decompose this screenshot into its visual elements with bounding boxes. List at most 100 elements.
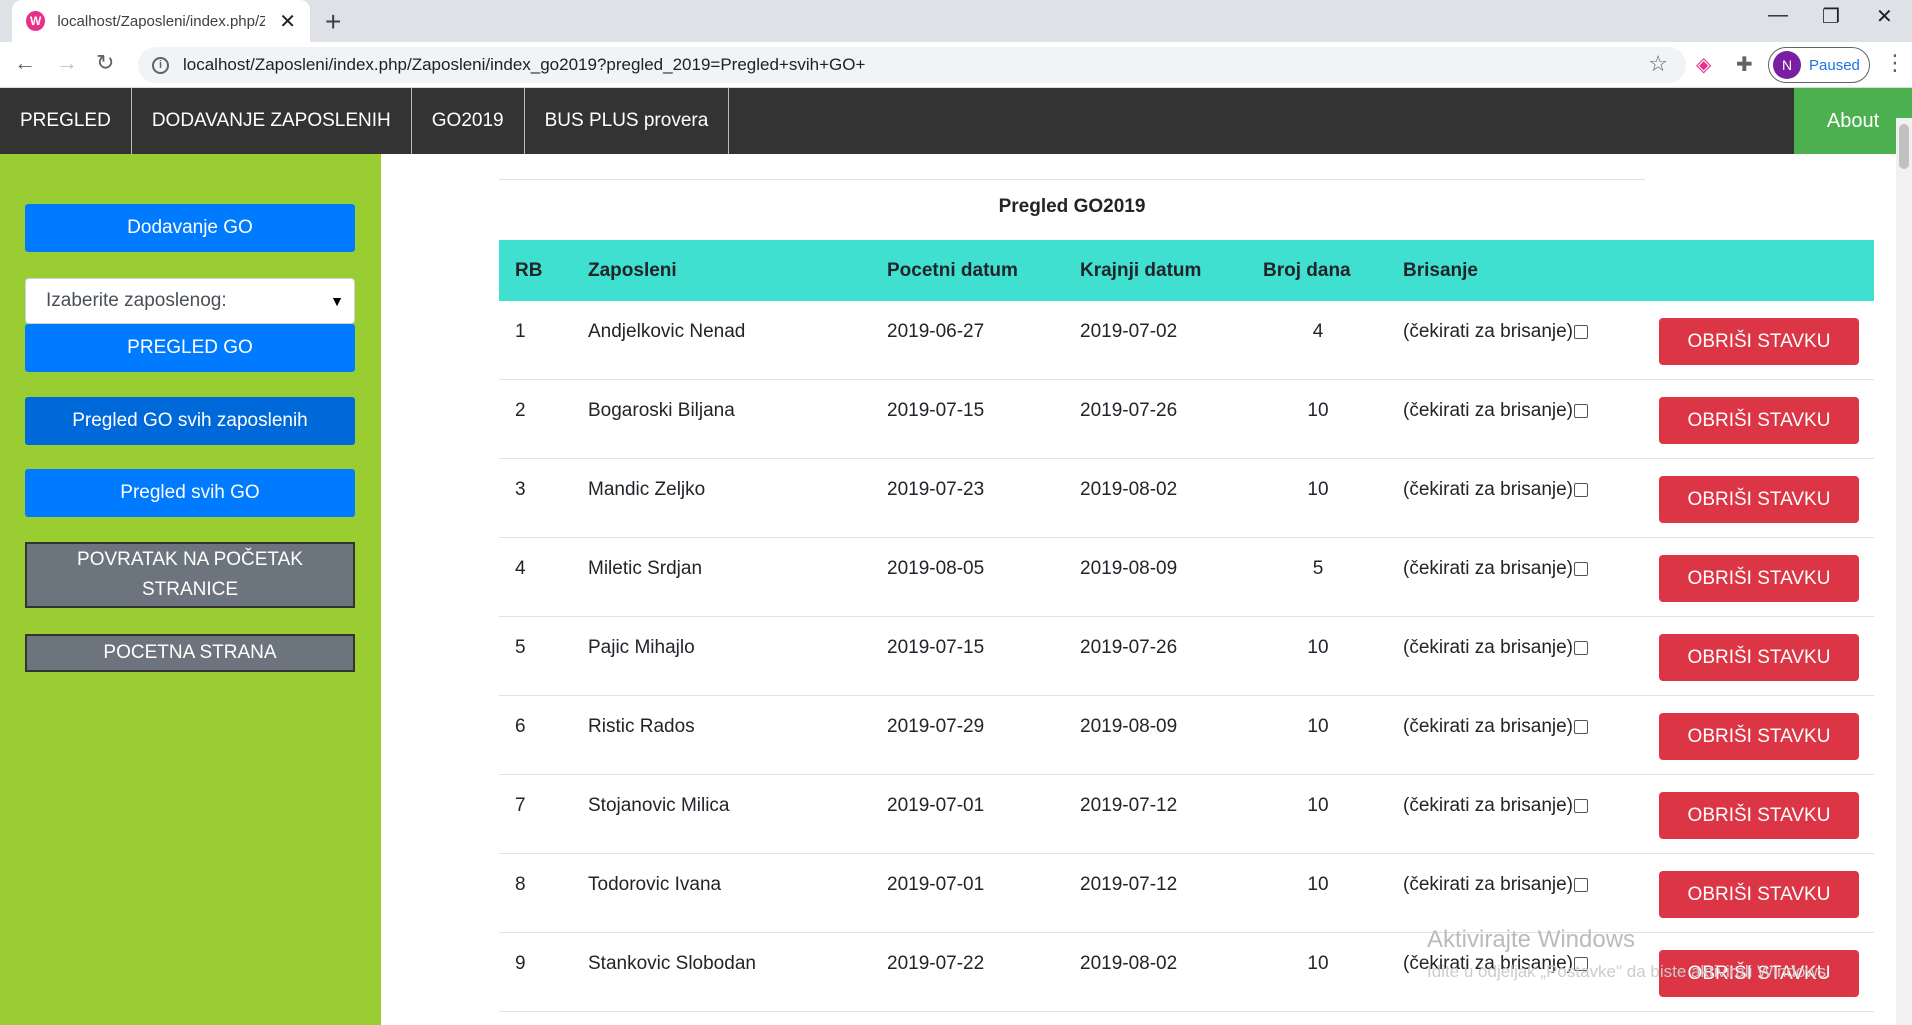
checkbox-label: (čekirati za brisanje) — [1403, 321, 1573, 342]
cell-rb: 2 — [515, 400, 526, 421]
restore-icon[interactable]: ❐ — [1822, 4, 1840, 29]
nav-dodavanje-zaposlenih[interactable]: DODAVANJE ZAPOSLENIH — [132, 88, 412, 154]
delete-checkbox[interactable] — [1574, 325, 1588, 339]
window-close-icon[interactable]: ✕ — [1876, 4, 1893, 29]
browser-tabstrip: W localhost/Zaposleni/index.php/Z ✕ + — … — [0, 0, 1912, 42]
select-placeholder: Izaberite zaposlenog: — [46, 290, 227, 311]
cell-end-date: 2019-07-12 — [1080, 795, 1178, 816]
cell-start-date: 2019-08-05 — [887, 558, 985, 579]
cell-days: 10 — [1307, 716, 1329, 737]
profile-button[interactable]: N Paused — [1768, 47, 1870, 83]
cell-employee: Miletic Srdjan — [588, 558, 703, 579]
delete-row-button[interactable]: OBRIŠI STAVKU — [1659, 713, 1859, 760]
cell-days: 10 — [1307, 400, 1329, 421]
cell-start-date: 2019-07-23 — [887, 479, 985, 500]
delete-checkbox[interactable] — [1574, 720, 1588, 734]
header-brisanje: Brisanje — [1403, 259, 1478, 281]
cell-end-date: 2019-07-26 — [1080, 637, 1178, 658]
cell-delete-check: (čekirati za brisanje) — [1403, 479, 1588, 501]
cell-end-date: 2019-07-12 — [1080, 874, 1178, 895]
delete-row-button[interactable]: OBRIŠI STAVKU — [1659, 634, 1859, 681]
back-icon[interactable]: ← — [14, 50, 36, 76]
checkbox-label: (čekirati za brisanje) — [1403, 874, 1573, 895]
cell-employee: Bogaroski Biljana — [588, 400, 735, 421]
header-pocetni-datum: Pocetni datum — [887, 259, 1018, 281]
cell-end-date: 2019-07-02 — [1080, 321, 1178, 342]
browser-toolbar: ← → ↻ i localhost/Zaposleni/index.php/Za… — [0, 42, 1912, 88]
close-icon[interactable]: ✕ — [279, 9, 296, 34]
header-rb: RB — [515, 259, 543, 281]
delete-row-button[interactable]: OBRIŠI STAVKU — [1659, 555, 1859, 602]
cell-start-date: 2019-07-01 — [887, 795, 985, 816]
home-page-button[interactable]: POCETNA STRANA — [25, 634, 355, 672]
cell-delete-check: (čekirati za brisanje) — [1403, 874, 1588, 896]
favicon-icon: W — [26, 11, 46, 31]
checkbox-label: (čekirati za brisanje) — [1403, 716, 1573, 737]
scrollbar-thumb[interactable] — [1899, 124, 1909, 169]
windows-watermark-title: Aktivirajte Windows — [1427, 926, 1636, 953]
cell-end-date: 2019-08-09 — [1080, 716, 1178, 737]
nav-go2019[interactable]: GO2019 — [412, 88, 525, 154]
delete-checkbox[interactable] — [1574, 562, 1588, 576]
delete-row-button[interactable]: OBRIŠI STAVKU — [1659, 476, 1859, 523]
cell-days: 10 — [1307, 479, 1329, 500]
browser-tab[interactable]: W localhost/Zaposleni/index.php/Z ✕ — [12, 0, 310, 42]
forward-icon[interactable]: → — [56, 50, 78, 76]
cell-end-date: 2019-08-02 — [1080, 479, 1178, 500]
delete-checkbox[interactable] — [1574, 878, 1588, 892]
table-row: 4 Miletic Srdjan 2019-08-05 2019-08-09 5 (ček… — [499, 538, 1874, 617]
employee-select[interactable]: Izaberite zaposlenog: ▼ — [25, 278, 355, 324]
cell-end-date: 2019-08-02 — [1080, 953, 1178, 974]
table-row: 3 Mandic Zeljko 2019-07-23 2019-08-02 10 (ček… — [499, 459, 1874, 538]
header-broj-dana: Broj dana — [1263, 259, 1351, 281]
table-caption: Pregled GO2019 — [998, 196, 1146, 217]
pregled-svih-go-button[interactable]: Pregled svih GO — [25, 469, 355, 517]
delete-row-button[interactable]: OBRIŠI STAVKU — [1659, 792, 1859, 839]
nav-pregled[interactable]: PREGLED — [0, 88, 132, 154]
reload-icon[interactable]: ↻ — [96, 50, 114, 76]
table-row: 1 Andjelkovic Nenad 2019-06-27 2019-07-02 4 (… — [499, 301, 1874, 380]
sidebar: Dodavanje GO Izaberite zaposlenog: ▼ PRE… — [0, 154, 381, 1025]
cell-days: 10 — [1307, 637, 1329, 658]
page-scrollbar[interactable] — [1896, 118, 1912, 1025]
new-tab-icon[interactable]: + — [325, 6, 341, 38]
profile-status: Paused — [1809, 56, 1860, 74]
cell-rb: 5 — [515, 637, 526, 658]
table-body: 1 Andjelkovic Nenad 2019-06-27 2019-07-02 4 (… — [499, 301, 1874, 1012]
checkbox-label: (čekirati za brisanje) — [1403, 637, 1573, 658]
back-to-top-button[interactable]: POVRATAK NA POČETAK STRANICE — [25, 542, 355, 608]
checkbox-label: (čekirati za brisanje) — [1403, 479, 1573, 500]
header-zaposleni: Zaposleni — [588, 259, 677, 281]
delete-checkbox[interactable] — [1574, 483, 1588, 497]
cell-days: 10 — [1307, 953, 1329, 974]
cell-employee: Ristic Rados — [588, 716, 695, 737]
url-text: localhost/Zaposleni/index.php/Zaposleni/… — [183, 55, 866, 74]
cell-employee: Stankovic Slobodan — [588, 953, 756, 974]
bookmark-star-icon[interactable]: ☆ — [1648, 51, 1668, 77]
nav-bus-plus[interactable]: BUS PLUS provera — [525, 88, 730, 154]
nav-about[interactable]: About — [1794, 88, 1912, 154]
delete-checkbox[interactable] — [1574, 404, 1588, 418]
delete-row-button[interactable]: OBRIŠI STAVKU — [1659, 871, 1859, 918]
extension-icon[interactable]: ◈ — [1696, 52, 1711, 77]
menu-kebab-icon[interactable]: ⋮ — [1884, 50, 1906, 76]
puzzle-icon[interactable]: ✚ — [1736, 52, 1753, 77]
add-go-button[interactable]: Dodavanje GO — [25, 204, 355, 252]
delete-checkbox[interactable] — [1574, 641, 1588, 655]
cell-delete-check: (čekirati za brisanje) — [1403, 637, 1588, 659]
pregled-go-svih-zaposlenih-button[interactable]: Pregled GO svih zaposlenih — [25, 397, 355, 445]
cell-rb: 7 — [515, 795, 526, 816]
delete-row-button[interactable]: OBRIŠI STAVKU — [1659, 397, 1859, 444]
cell-rb: 9 — [515, 953, 526, 974]
info-icon[interactable]: i — [152, 56, 169, 74]
delete-row-button[interactable]: OBRIŠI STAVKU — [1659, 318, 1859, 365]
cell-employee: Mandic Zeljko — [588, 479, 706, 500]
cell-rb: 3 — [515, 479, 526, 500]
minimize-icon[interactable]: — — [1768, 4, 1788, 27]
cell-employee: Pajic Mihajlo — [588, 637, 695, 658]
delete-checkbox[interactable] — [1574, 799, 1588, 813]
cell-rb: 8 — [515, 874, 526, 895]
pregled-go-button[interactable]: PREGLED GO — [25, 324, 355, 372]
address-bar[interactable]: i localhost/Zaposleni/index.php/Zaposlen… — [138, 47, 1686, 83]
windows-watermark-subtitle: Idite u odjeljak „Postavke" da biste akt… — [1427, 962, 1831, 981]
